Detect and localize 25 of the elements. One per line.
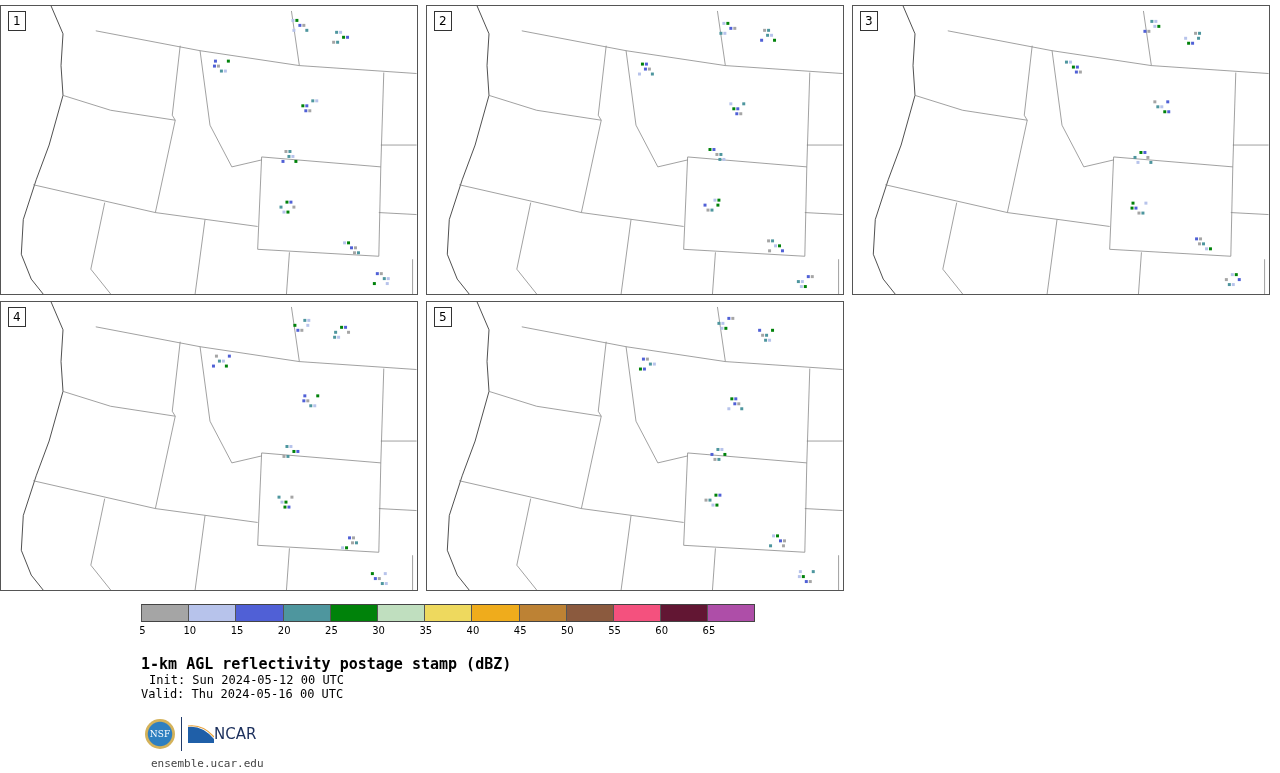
tick-label: 45 <box>513 625 527 637</box>
panel-number: 3 <box>860 11 878 31</box>
tick-label: 65 <box>702 625 716 637</box>
ncar-logo: NCAR <box>214 725 257 743</box>
tick-label: 60 <box>655 625 669 637</box>
swoosh-icon <box>188 725 214 743</box>
tick-label: 35 <box>419 625 433 637</box>
website-url: ensemble.ucar.edu <box>151 757 265 770</box>
tick-label: 20 <box>277 625 291 637</box>
tick-label: 40 <box>466 625 480 637</box>
nsf-logo: NSF <box>145 719 175 749</box>
panel-number: 1 <box>8 11 26 31</box>
tick-label: 50 <box>560 625 574 637</box>
valid-time: Valid: Thu 2024-05-16 00 UTC <box>141 687 345 701</box>
chart-title: 1-km AGL reflectivity postage stamp (dBZ) <box>141 656 513 673</box>
tick-label: 55 <box>608 625 621 637</box>
tick-label: 15 <box>230 625 244 637</box>
tick-label: 5 <box>139 625 146 637</box>
panel-number: 4 <box>8 307 26 327</box>
tick-label: 25 <box>325 625 338 637</box>
tick-label: 30 <box>372 625 385 637</box>
init-time: Init: Sun 2024-05-12 00 UTC <box>148 673 346 687</box>
tick-label: 10 <box>183 625 197 637</box>
panel-number: 2 <box>434 11 452 31</box>
panel-number: 5 <box>434 307 452 327</box>
